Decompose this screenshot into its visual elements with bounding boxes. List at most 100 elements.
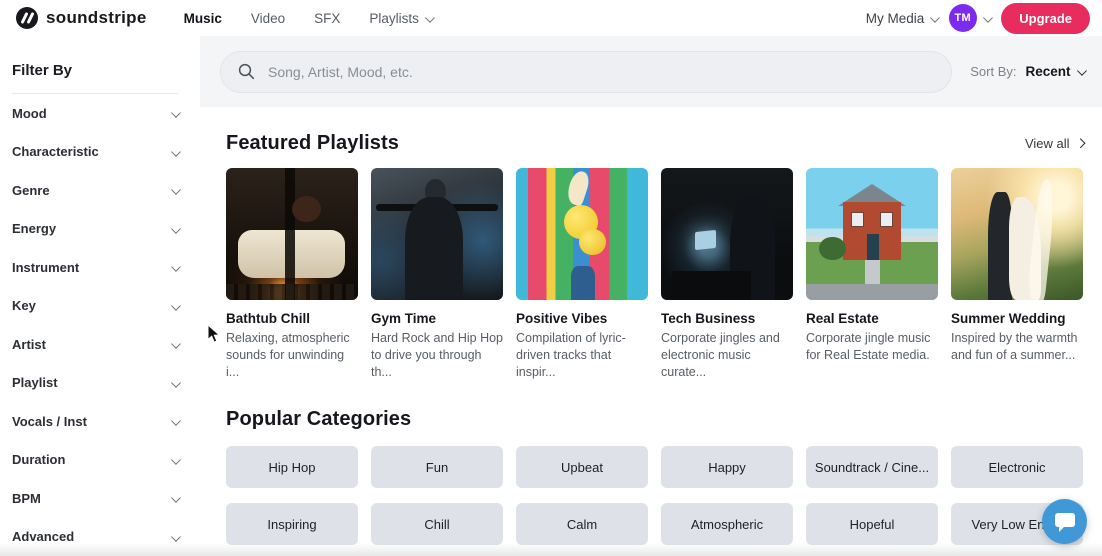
playlist-card-positive-vibes[interactable]: Positive Vibes Compilation of lyric-driv… [516, 168, 648, 380]
sidebar-item-genre[interactable]: Genre [12, 171, 178, 210]
chevron-down-icon [171, 377, 180, 386]
playlist-title: Tech Business [661, 311, 793, 326]
chevron-down-icon [983, 13, 992, 22]
category-button-fun[interactable]: Fun [371, 446, 503, 488]
playlist-cover[interactable] [516, 168, 648, 300]
chevron-down-icon [931, 13, 940, 22]
sidebar-item-key[interactable]: Key [12, 287, 178, 326]
nav-item-sfx[interactable]: SFX [314, 11, 340, 26]
playlist-description: Relaxing, atmospheric sounds for unwindi… [226, 330, 358, 380]
search-box[interactable] [220, 51, 952, 93]
playlist-cover[interactable] [661, 168, 793, 300]
brand-name: soundstripe [46, 8, 147, 28]
sidebar-item-advanced[interactable]: Advanced [12, 518, 178, 556]
playlist-card-summer-wedding[interactable]: Summer Wedding Inspired by the warmth an… [951, 168, 1083, 380]
chevron-right-icon [1075, 139, 1084, 148]
category-button-chill[interactable]: Chill [371, 503, 503, 545]
sort-control: Sort By: Recent [970, 64, 1084, 79]
chat-bubble-icon [1055, 513, 1075, 527]
playlist-title: Positive Vibes [516, 311, 648, 326]
browse-content: Featured Playlists View all Bathtub Chil… [200, 132, 1102, 545]
playlist-description: Inspired by the warmth and fun of a summ… [951, 330, 1083, 364]
popular-categories-title: Popular Categories [226, 408, 411, 431]
sidebar-item-mood[interactable]: Mood [12, 94, 178, 133]
chevron-down-icon [171, 223, 180, 232]
sort-dropdown[interactable]: Recent [1025, 64, 1084, 79]
sidebar-item-label: Genre [12, 183, 50, 198]
chat-widget-button[interactable] [1042, 499, 1087, 544]
soundstripe-logo[interactable]: soundstripe [16, 7, 147, 29]
search-bar-section: Sort By: Recent [200, 36, 1102, 107]
playlist-card-bathtub-chill[interactable]: Bathtub Chill Relaxing, atmospheric soun… [226, 168, 358, 380]
chevron-down-icon [171, 108, 180, 117]
category-button-inspiring[interactable]: Inspiring [226, 503, 358, 545]
sidebar-item-bpm[interactable]: BPM [12, 479, 178, 518]
search-icon [238, 63, 255, 80]
search-input[interactable] [268, 64, 934, 80]
sort-value: Recent [1025, 64, 1070, 79]
playlist-title: Bathtub Chill [226, 311, 358, 326]
nav-item-playlists[interactable]: Playlists [369, 11, 432, 26]
playlist-card-gym-time[interactable]: Gym Time Hard Rock and Hip Hop to drive … [371, 168, 503, 380]
category-button-upbeat[interactable]: Upbeat [516, 446, 648, 488]
playlist-description: Compilation of lyric-driven tracks that … [516, 330, 648, 380]
sidebar-item-instrument[interactable]: Instrument [12, 248, 178, 287]
sidebar-item-vocals-inst[interactable]: Vocals / Inst [12, 402, 178, 441]
top-nav: soundstripe Music Video SFX Playlists My… [0, 0, 1102, 36]
chevron-down-icon [171, 454, 180, 463]
my-media-menu[interactable]: My Media [866, 11, 938, 26]
chevron-down-icon [171, 262, 180, 271]
playlist-cover[interactable] [806, 168, 938, 300]
playlist-card-real-estate[interactable]: Real Estate Corporate jingle music for R… [806, 168, 938, 380]
chevron-down-icon [171, 185, 180, 194]
sidebar-item-label: Duration [12, 452, 65, 467]
category-button-atmospheric[interactable]: Atmospheric [661, 503, 793, 545]
sort-by-label: Sort By: [970, 64, 1016, 79]
sidebar-item-artist[interactable]: Artist [12, 325, 178, 364]
nav-right: My Media TM Upgrade [866, 3, 1090, 34]
popular-categories-grid: Hip Hop Fun Upbeat Happy Soundtrack / Ci… [226, 446, 1083, 545]
my-media-label: My Media [866, 11, 925, 26]
account-menu[interactable]: TM [949, 4, 991, 32]
sidebar-item-label: Instrument [12, 260, 79, 275]
category-button-electronic[interactable]: Electronic [951, 446, 1083, 488]
sidebar-item-label: Energy [12, 221, 56, 236]
sidebar-item-duration[interactable]: Duration [12, 441, 178, 480]
chevron-down-icon [425, 13, 434, 22]
playlist-description: Hard Rock and Hip Hop to drive you throu… [371, 330, 503, 380]
sidebar-item-characteristic[interactable]: Characteristic [12, 133, 178, 172]
category-button-calm[interactable]: Calm [516, 503, 648, 545]
sidebar-item-energy[interactable]: Energy [12, 210, 178, 249]
playlist-cover[interactable] [226, 168, 358, 300]
playlist-title: Real Estate [806, 311, 938, 326]
sidebar-item-label: Artist [12, 337, 46, 352]
primary-nav: Music Video SFX Playlists [184, 11, 433, 26]
featured-playlists-title: Featured Playlists [226, 132, 399, 155]
sidebar-item-label: BPM [12, 491, 41, 506]
chevron-down-icon [171, 300, 180, 309]
sidebar-item-label: Advanced [12, 529, 74, 544]
category-button-hopeful[interactable]: Hopeful [806, 503, 938, 545]
featured-playlists-header: Featured Playlists View all [226, 132, 1083, 155]
upgrade-button[interactable]: Upgrade [1001, 3, 1090, 34]
category-button-hip-hop[interactable]: Hip Hop [226, 446, 358, 488]
playlist-cover[interactable] [951, 168, 1083, 300]
view-all-link[interactable]: View all [1025, 136, 1083, 151]
nav-item-video[interactable]: Video [251, 11, 285, 26]
category-button-happy[interactable]: Happy [661, 446, 793, 488]
chevron-down-icon [171, 339, 180, 348]
chevron-down-icon [171, 146, 180, 155]
view-all-label: View all [1025, 136, 1070, 151]
nav-item-music[interactable]: Music [184, 11, 222, 26]
playlist-description: Corporate jingle music for Real Estate m… [806, 330, 938, 364]
sidebar-item-label: Characteristic [12, 144, 99, 159]
playlist-card-tech-business[interactable]: Tech Business Corporate jingles and elec… [661, 168, 793, 380]
chevron-down-icon [171, 531, 180, 540]
playlist-cover[interactable] [371, 168, 503, 300]
main-content: Sort By: Recent Featured Playlists View … [200, 36, 1102, 556]
sidebar-item-playlist[interactable]: Playlist [12, 364, 178, 403]
category-button-soundtrack-cinematic[interactable]: Soundtrack / Cine... [806, 446, 938, 488]
sidebar-item-label: Playlist [12, 375, 58, 390]
avatar[interactable]: TM [949, 4, 977, 32]
chevron-down-icon [171, 493, 180, 502]
